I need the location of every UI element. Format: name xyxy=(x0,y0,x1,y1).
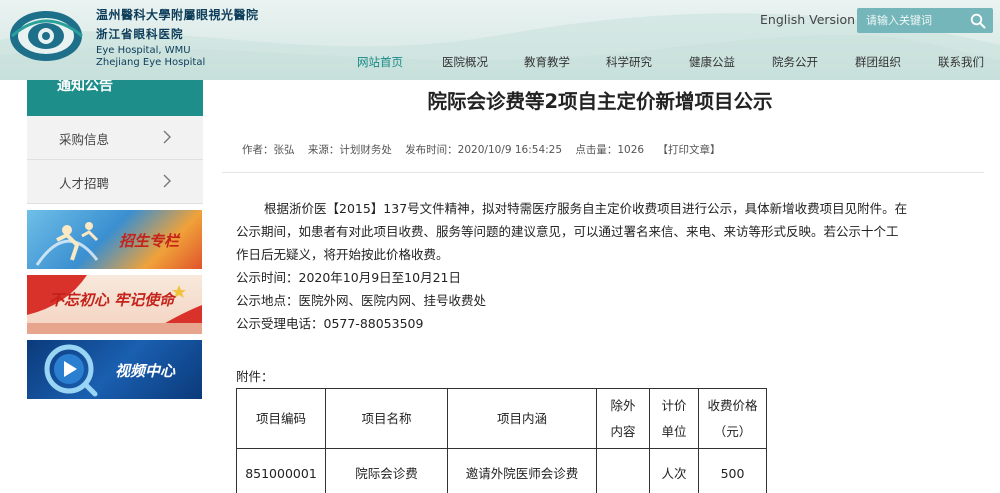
sidebar-item-procurement[interactable]: 采购信息 xyxy=(27,116,203,160)
search-icon[interactable] xyxy=(970,13,986,29)
banner-slogan[interactable]: 不忘初心 牢记使命 xyxy=(27,275,202,334)
table-header-cell: 项目内涵 xyxy=(447,388,597,449)
sidebar-heading-label: 通知公告 xyxy=(57,80,113,94)
logo-chinese-subname: 浙江省眼科医院 xyxy=(96,27,184,41)
nav-research[interactable]: 科学研究 xyxy=(606,54,652,70)
print-article-link[interactable]: 【打印文章】 xyxy=(657,144,720,156)
publicity-phone: 公示受理电话：0577-88053509 xyxy=(236,316,424,331)
english-version-link[interactable]: English Version xyxy=(760,12,855,27)
nav-hospital-overview[interactable]: 医院概况 xyxy=(442,54,488,70)
table-cell xyxy=(596,448,650,493)
table-header-row: 项目编码 项目名称 项目内涵 除外内容 计价单位 收费价格（元） xyxy=(236,388,767,449)
table-cell: 院际会诊费 xyxy=(325,448,448,493)
sidebar-heading: 通知公告 xyxy=(27,80,203,116)
publicity-place: 公示地点：医院外网、医院内网、挂号收费处 xyxy=(236,293,487,308)
banner-text: 招生专栏 xyxy=(119,232,180,250)
table-header-cell: 计价单位 xyxy=(649,388,699,449)
nav-organizations[interactable]: 群团组织 xyxy=(855,54,901,70)
body-paragraph-line: 公示期间，如患者有对此项目收费、服务等问题的建议意见，可以通过署名来信、来电、来… xyxy=(236,224,899,239)
meta-published: 发布时间：2020/10/9 16:54:25 xyxy=(405,144,563,156)
sidebar-item-label: 人才招聘 xyxy=(59,176,110,191)
chevron-right-icon xyxy=(163,130,171,144)
banner-text: 视频中心 xyxy=(115,362,176,380)
meta-author: 作者：张弘 xyxy=(242,144,295,156)
meta-source: 来源：计划财务处 xyxy=(307,144,392,156)
table-header-cell: 收费价格（元） xyxy=(698,388,767,449)
table-cell: 851000001 xyxy=(236,448,326,493)
logo-text-block: 温州醫科大學附屬眼視光醫院 浙江省眼科医院 Eye Hospital, WMU … xyxy=(96,6,296,68)
body-paragraph-line: 根据浙价医【2015】137号文件精神，拟对特需医疗服务自主定价收费项目进行公示… xyxy=(264,201,908,216)
table-header-cell: 项目编码 xyxy=(236,388,326,449)
chevron-right-icon xyxy=(163,174,171,188)
banner-video-center[interactable]: 视频中心 xyxy=(27,340,202,399)
nav-education[interactable]: 教育教学 xyxy=(524,54,570,70)
table-header-cell: 项目名称 xyxy=(325,388,448,449)
search-box xyxy=(857,8,993,33)
table-cell: 500 xyxy=(698,448,767,493)
banner-text: 不忘初心 牢记使命 xyxy=(49,291,175,309)
nav-home[interactable]: 网站首页 xyxy=(357,54,403,70)
attachment-label: 附件： xyxy=(236,369,274,384)
table-cell: 人次 xyxy=(649,448,699,493)
search-input[interactable] xyxy=(857,8,967,33)
sidebar-item-recruitment[interactable]: 人才招聘 xyxy=(27,160,203,204)
article-body: 根据浙价医【2015】137号文件精神，拟对特需医疗服务自主定价收费项目进行公示… xyxy=(236,197,952,335)
meta-views: 点击量：1026 xyxy=(575,144,645,156)
banner-admissions[interactable]: 招生专栏 xyxy=(27,210,202,269)
content-divider xyxy=(222,172,984,173)
table-row: 851000001 院际会诊费 邀请外院医师会诊费 人次 500 xyxy=(236,448,767,493)
article-title: 院际会诊费等2项自主定价新增项目公示 xyxy=(427,90,773,113)
table-header-cell: 除外内容 xyxy=(596,388,650,449)
fee-table: 项目编码 项目名称 项目内涵 除外内容 计价单位 收费价格（元） 8510000… xyxy=(236,388,767,493)
sidebar-item-label: 采购信息 xyxy=(59,132,110,147)
nav-contact[interactable]: 联系我们 xyxy=(938,54,984,70)
body-paragraph-line: 作日后无疑义，将开始按此价格收费。 xyxy=(236,247,449,262)
hospital-logo-icon[interactable] xyxy=(8,6,88,64)
article-meta: 作者：张弘 来源：计划财务处 发布时间：2020/10/9 16:54:25 点… xyxy=(242,142,720,157)
table-cell: 邀请外院医师会诊费 xyxy=(447,448,597,493)
logo-english-subname: Zhejiang Eye Hospital xyxy=(96,57,206,68)
logo-chinese-name: 温州醫科大學附屬眼視光醫院 xyxy=(96,8,259,22)
logo-english-name: Eye Hospital, WMU xyxy=(96,45,191,56)
site-header: 温州醫科大學附屬眼視光醫院 浙江省眼科医院 Eye Hospital, WMU … xyxy=(0,0,1000,80)
publicity-period: 公示时间：2020年10月9日至10月21日 xyxy=(236,270,461,285)
nav-public-health[interactable]: 健康公益 xyxy=(689,54,735,70)
nav-hospital-affairs[interactable]: 院务公开 xyxy=(772,54,818,70)
